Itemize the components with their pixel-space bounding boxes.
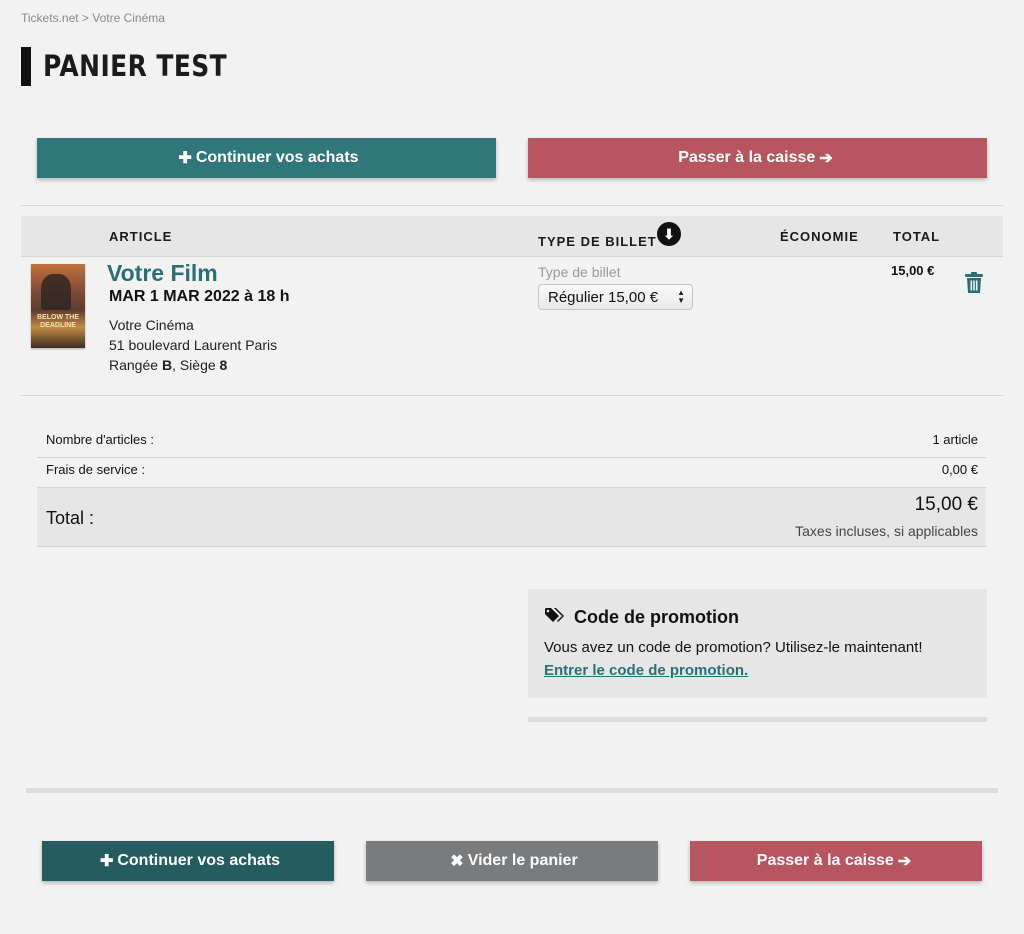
row-prefix: Rangée <box>109 357 159 373</box>
checkout-bottom-button[interactable]: Passer à la caisse ➔ <box>690 841 982 881</box>
clear-cart-button[interactable]: ✖ Vider le panier <box>366 841 658 881</box>
trash-icon[interactable] <box>964 272 984 294</box>
promo-text: Vous avez un code de promotion? Utilisez… <box>544 636 964 682</box>
continue-shopping-bottom-label: Continuer vos achats <box>117 852 281 869</box>
clear-cart-label: Vider le panier <box>467 852 578 869</box>
poster-text: BELOW THE DEADLINE <box>37 314 79 329</box>
tags-icon <box>544 607 566 628</box>
ticket-type-value: Régulier 15,00 € <box>548 288 659 306</box>
film-title[interactable]: Votre Film <box>107 260 218 287</box>
title-accent-bar <box>21 47 31 86</box>
continue-shopping-button[interactable]: ✚ Continuer vos achats <box>37 138 496 178</box>
divider <box>21 205 1003 206</box>
fees-label: Frais de service : <box>46 462 145 477</box>
close-icon: ✖ <box>450 853 464 870</box>
divider <box>21 395 1003 396</box>
summary-total-row: Total : 15,00 € Taxes incluses, si appli… <box>37 488 986 547</box>
checkout-button[interactable]: Passer à la caisse ➔ <box>528 138 987 178</box>
count-value: 1 article <box>932 432 978 447</box>
arrow-right-icon: ➔ <box>819 150 833 167</box>
checkout-label: Passer à la caisse <box>678 149 816 166</box>
total-value: 15,00 € <box>914 494 978 515</box>
total-label: Total : <box>46 508 95 528</box>
seat-value: 8 <box>219 357 228 373</box>
continue-shopping-bottom-button[interactable]: ✚ Continuer vos achats <box>42 841 334 881</box>
header-savings: ÉCONOMIE <box>780 229 859 244</box>
promo-description: Vous avez un code de promotion? Utilisez… <box>544 639 923 656</box>
promo-divider <box>528 717 987 722</box>
seat-info: Rangée B, Siège 8 <box>109 357 227 373</box>
fees-value: 0,00 € <box>941 462 978 477</box>
arrow-down-circle-icon[interactable]: ⬇ <box>657 222 681 246</box>
cinema-address: 51 boulevard Laurent Paris <box>109 337 278 353</box>
ticket-type-select[interactable]: Régulier 15,00 € ▲ ▼ <box>538 284 693 310</box>
cart-table-header: ARTICLE TYPE DE BILLET ⬇ ÉCONOMIE TOTAL <box>21 216 1003 257</box>
film-poster[interactable]: BELOW THE DEADLINE <box>31 264 85 348</box>
summary-count-row: Nombre d'articles : 1 article <box>37 432 986 458</box>
showtime-date: MAR 1 MAR 2022 à 18 h <box>109 288 290 305</box>
poster-figure <box>41 274 71 310</box>
arrow-right-icon: ➔ <box>897 853 912 870</box>
plus-icon: ✚ <box>99 853 114 870</box>
promo-title-text: Code de promotion <box>574 607 739 627</box>
header-ticket-type: TYPE DE BILLET <box>538 234 657 249</box>
promo-title: Code de promotion <box>544 607 739 628</box>
checkout-bottom-label: Passer à la caisse <box>756 852 894 869</box>
continue-shopping-label: Continuer vos achats <box>195 149 359 166</box>
section-divider <box>26 788 998 793</box>
item-total: 15,00 € <box>891 263 935 278</box>
summary-fees-row: Frais de service : 0,00 € <box>37 462 986 488</box>
plus-icon: ✚ <box>178 150 192 167</box>
tax-note: Taxes incluses, si applicables <box>795 523 978 539</box>
page-title: PANIER TEST <box>43 49 228 83</box>
row-value: B <box>161 357 173 373</box>
cinema-name: Votre Cinéma <box>109 317 194 333</box>
seat-prefix: , Siège <box>172 357 216 373</box>
breadcrumb[interactable]: Tickets.net > Votre Cinéma <box>21 11 165 25</box>
ticket-type-label: Type de billet <box>538 264 621 280</box>
select-arrows-icon: ▲ ▼ <box>677 288 685 305</box>
count-label: Nombre d'articles : <box>46 432 154 447</box>
header-total: TOTAL <box>893 229 941 244</box>
promo-code-box: Code de promotion Vous avez un code de p… <box>528 589 987 698</box>
enter-promo-code-link[interactable]: Entrer le code de promotion. <box>544 662 748 679</box>
header-article: ARTICLE <box>109 229 173 244</box>
